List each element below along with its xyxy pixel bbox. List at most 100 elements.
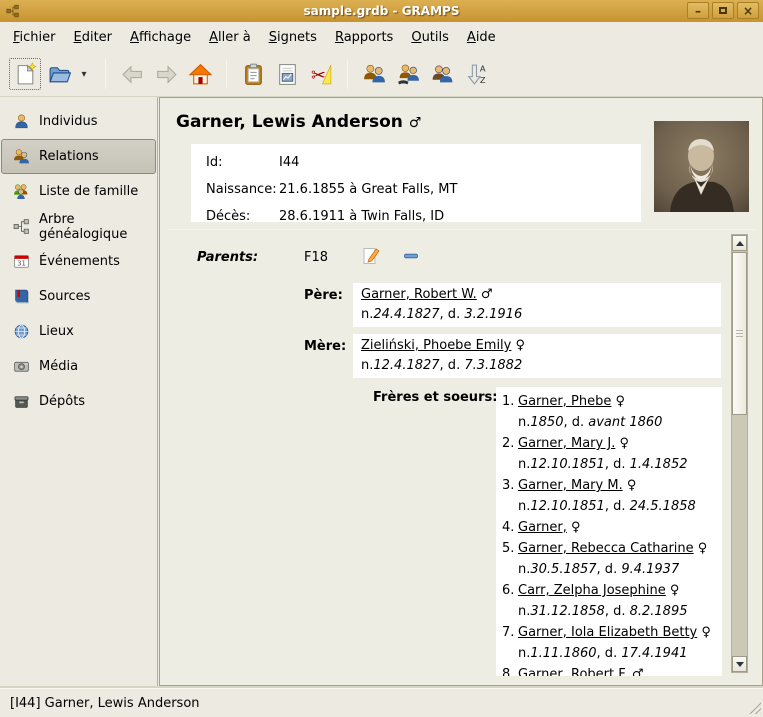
- sidebar-item-relations[interactable]: Relations: [1, 139, 156, 174]
- share-family-button[interactable]: [357, 57, 391, 91]
- sibling-link[interactable]: Garner,: [518, 520, 567, 535]
- book-icon: [13, 288, 30, 305]
- sibling-row: 7.Garner, Iola Elizabeth Betty ♀n.1.11.1…: [502, 622, 722, 664]
- father-box: Garner, Robert W. ♂ n.24.4.1827, d. 3.2.…: [353, 283, 721, 327]
- sibling-number: 5.: [502, 538, 518, 559]
- female-symbol: ♀: [694, 541, 708, 556]
- svg-text:✂: ✂: [310, 65, 325, 85]
- parents-label: Parents:: [197, 250, 258, 265]
- male-symbol: ♂: [481, 287, 493, 302]
- clipboard-button[interactable]: [236, 57, 270, 91]
- resize-grip[interactable]: [748, 701, 761, 714]
- menu-editer[interactable]: Editer: [65, 25, 122, 50]
- cut-button[interactable]: ✂: [304, 57, 338, 91]
- minimize-button[interactable]: –: [687, 2, 709, 19]
- sibling-row: 1.Garner, Phebe ♀n.1850, d. avant 1860: [502, 391, 722, 433]
- scrollbar-thumb[interactable]: [732, 252, 747, 415]
- forward-button[interactable]: [149, 57, 183, 91]
- gramps-window: sample.grdb - GRAMPS – × Fichier Editer …: [0, 0, 763, 717]
- sibling-link[interactable]: Garner, Mary M.: [518, 478, 623, 493]
- add-parents-button[interactable]: [425, 57, 459, 91]
- sibling-number: 6.: [502, 580, 518, 601]
- person-icon: [13, 113, 30, 130]
- open-button[interactable]: [42, 57, 76, 91]
- status-text: [I44] Garner, Lewis Anderson: [10, 696, 200, 711]
- family-id: F18: [304, 250, 328, 265]
- sibling-row: 3.Garner, Mary M. ♀n.12.10.1851, d. 24.5…: [502, 475, 722, 517]
- female-symbol: ♀: [615, 436, 629, 451]
- scroll-down-button[interactable]: [732, 656, 747, 672]
- sidebar-label: Liste de famille: [39, 184, 138, 199]
- menu-affichage[interactable]: Affichage: [121, 25, 200, 50]
- remove-family-button[interactable]: [401, 246, 423, 268]
- window-title: sample.grdb - GRAMPS: [0, 4, 763, 18]
- add-spouse-button[interactable]: [391, 57, 425, 91]
- toolbar-separator: [105, 59, 106, 89]
- id-label: Id:: [191, 155, 279, 170]
- info-row-death: Décès: 28.6.1911 à Twin Falls, ID: [191, 203, 641, 230]
- reorder-button[interactable]: A Z: [459, 57, 493, 91]
- calendar-icon: 31: [13, 253, 30, 270]
- sibling-row: 4.Garner, ♀: [502, 517, 722, 538]
- scroll-up-button[interactable]: [732, 235, 747, 251]
- sidebar-label: Dépôts: [39, 394, 85, 409]
- status-bar: [I44] Garner, Lewis Anderson: [0, 688, 763, 717]
- maximize-button[interactable]: [712, 2, 734, 19]
- scroll-down-icon: [736, 662, 744, 667]
- sidebar-item-evenements[interactable]: 31 Événements: [1, 244, 156, 279]
- people-group-icon: [362, 62, 387, 87]
- menu-rapports[interactable]: Rapports: [326, 25, 402, 50]
- close-button[interactable]: ×: [737, 2, 759, 19]
- person-info-box: Id: I44 Naissance: 21.6.1855 à Great Fal…: [191, 144, 641, 222]
- sidebar-item-media[interactable]: Média: [1, 349, 156, 384]
- mother-label: Mère:: [304, 339, 346, 354]
- sibling-number: 7.: [502, 622, 518, 643]
- mother-link[interactable]: Zieliński, Phoebe Emily: [361, 338, 511, 353]
- sidebar-item-sources[interactable]: Sources: [1, 279, 156, 314]
- repository-icon: [13, 393, 30, 410]
- sibling-link[interactable]: Garner, Mary J.: [518, 436, 615, 451]
- toolbar-separator: [347, 59, 348, 89]
- female-symbol: ♀: [611, 394, 625, 409]
- titlebar[interactable]: sample.grdb - GRAMPS – ×: [0, 0, 763, 22]
- minimize-icon: –: [695, 5, 701, 17]
- sidebar-item-depots[interactable]: Dépôts: [1, 384, 156, 419]
- sibling-number: 1.: [502, 391, 518, 412]
- sibling-link[interactable]: Garner, Rebecca Catharine: [518, 541, 694, 556]
- home-icon: [188, 62, 213, 87]
- sibling-link[interactable]: Garner, Phebe: [518, 394, 611, 409]
- sibling-link[interactable]: Garner, Iola Elizabeth Betty: [518, 625, 697, 640]
- home-button[interactable]: [183, 57, 217, 91]
- menu-aide[interactable]: Aide: [458, 25, 505, 50]
- pedigree-icon: [13, 218, 30, 235]
- sidebar-item-liste-de-famille[interactable]: Liste de famille: [1, 174, 156, 209]
- sidebar-item-arbre-genealogique[interactable]: Arbre généalogique: [1, 209, 156, 244]
- menu-aller-a[interactable]: Aller à: [200, 25, 260, 50]
- sidebar-item-lieux[interactable]: Lieux: [1, 314, 156, 349]
- sidebar-label: Média: [39, 359, 78, 374]
- back-button[interactable]: [115, 57, 149, 91]
- sibling-link[interactable]: Garner, Robert F.: [518, 667, 628, 676]
- gramps-app-icon: [5, 4, 21, 18]
- death-value: 28.6.1911 à Twin Falls, ID: [279, 209, 444, 224]
- menu-fichier[interactable]: Fichier: [4, 25, 65, 50]
- reports-button[interactable]: [270, 57, 304, 91]
- sibling-number: 2.: [502, 433, 518, 454]
- active-person-title: Garner, Lewis Anderson ♂: [176, 112, 421, 132]
- menu-signets[interactable]: Signets: [260, 25, 326, 50]
- female-symbol: ♀: [567, 520, 581, 535]
- sort-az-icon: A Z: [464, 62, 489, 87]
- sibling-link[interactable]: Carr, Zelpha Josephine: [518, 583, 666, 598]
- female-symbol: ♀: [697, 625, 711, 640]
- new-button[interactable]: [8, 57, 42, 91]
- menu-outils[interactable]: Outils: [402, 25, 458, 50]
- id-value: I44: [279, 155, 299, 170]
- sibling-dates: n.12.10.1851, d. 24.5.1858: [502, 496, 722, 517]
- open-dropdown-button[interactable]: ▾: [76, 57, 92, 91]
- edit-family-button[interactable]: [361, 246, 383, 268]
- sibling-row: 6.Carr, Zelpha Josephine ♀n.31.12.1858, …: [502, 580, 722, 622]
- vertical-scrollbar[interactable]: [731, 234, 748, 673]
- report-document-icon: [275, 62, 300, 87]
- sidebar-item-individus[interactable]: Individus: [1, 104, 156, 139]
- father-link[interactable]: Garner, Robert W.: [361, 287, 477, 302]
